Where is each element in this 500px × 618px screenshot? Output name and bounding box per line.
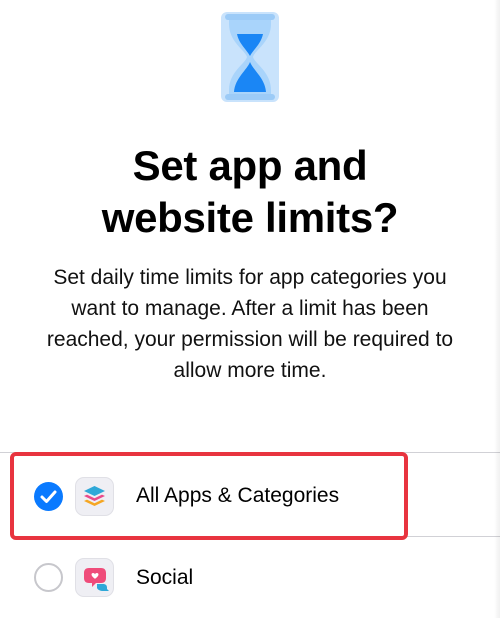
highlight-box: [10, 452, 408, 540]
social-chat-bubbles-icon: [75, 558, 114, 597]
category-row-social[interactable]: Social: [0, 538, 500, 618]
hourglass-icon: [221, 12, 279, 102]
title-line-2: website limits?: [101, 194, 399, 241]
description-text: Set daily time limits for app categories…: [46, 266, 454, 382]
page-title: Set app and website limits?: [0, 140, 500, 244]
category-label: Social: [136, 566, 194, 589]
checkbox-unchecked[interactable]: [34, 563, 63, 592]
edge-shadow: [494, 0, 500, 618]
title-line-1: Set app and: [132, 142, 368, 189]
